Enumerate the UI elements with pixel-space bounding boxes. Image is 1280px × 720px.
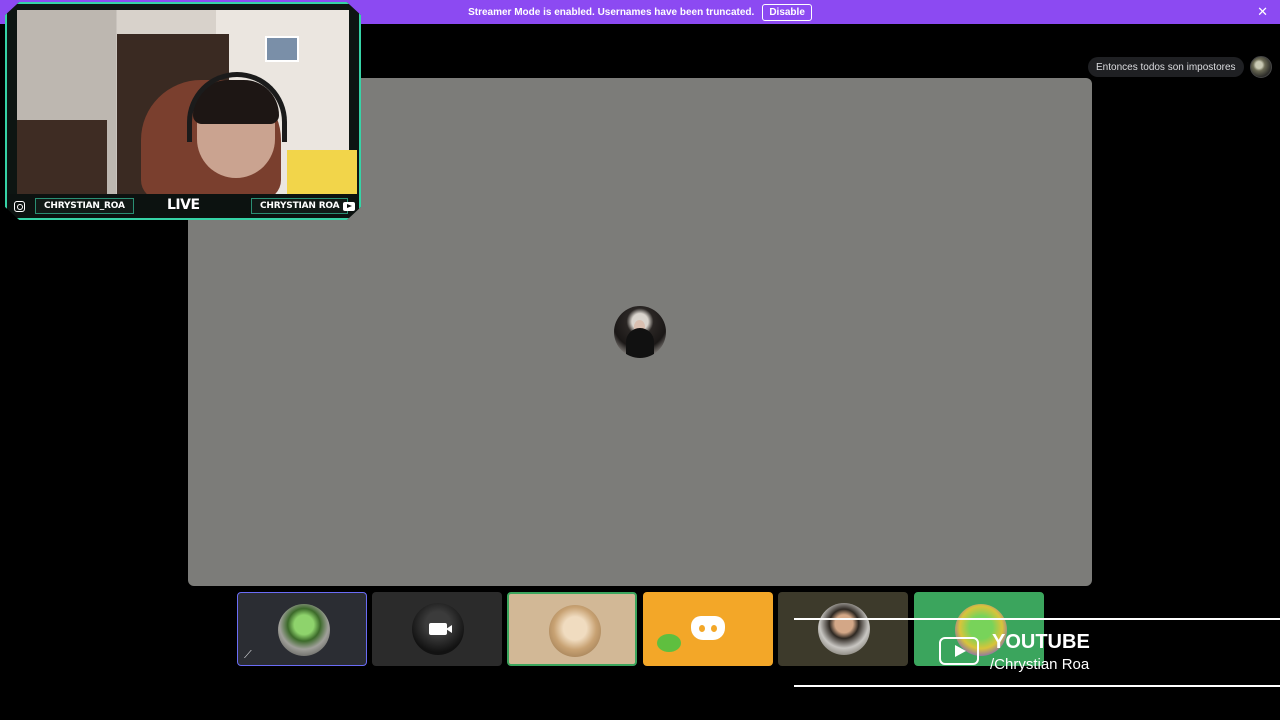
overlay-divider-bottom [794,685,1280,687]
youtube-icon [343,202,355,211]
webcam-info-bar: CHRYSTIAN_ROA LIVE CHRYSTIAN ROA [7,194,359,218]
channel-name-pill[interactable]: Entonces todos son impostores [1088,57,1244,77]
instagram-handle: CHRYSTIAN_ROA [35,198,134,214]
camera-icon [429,623,452,635]
participant-tile-1[interactable]: ⟋ [237,592,367,666]
participant-tile-6[interactable] [914,592,1044,666]
channel-name: Entonces todos son impostores [1096,61,1236,73]
youtube-overlay-handle: /Chrystian Roa [990,656,1090,673]
discord-icon [691,616,725,640]
mute-icon: ⟋ [244,649,252,661]
close-icon[interactable]: ✕ [1257,5,1268,19]
youtube-play-icon [939,637,979,665]
participant-avatar [818,603,870,655]
youtube-overlay-title: YOUTUBE [992,631,1090,653]
participant-tile-2[interactable] [372,592,502,666]
disable-streamer-mode-button[interactable]: Disable [762,3,812,21]
webcam-shelf [17,120,107,194]
webcam-feed [17,10,357,200]
youtube-handle: CHRYSTIAN ROA [251,198,349,214]
focused-participant-avatar [614,306,666,358]
streamer-mode-text: Streamer Mode is enabled. Usernames have… [468,6,755,18]
webcam-poster [265,36,299,62]
webcam-bed [287,150,357,194]
live-label: LIVE [167,197,200,213]
participant-tile-4[interactable] [643,592,773,666]
avatar-body [626,328,654,358]
participant-avatar [549,605,601,657]
participant-tile-3[interactable] [507,592,637,666]
discord-stream-stage: Streamer Mode is enabled. Usernames have… [0,0,1280,720]
instagram-icon [14,201,25,212]
participant-avatar [278,604,330,656]
participant-tile-5[interactable] [778,592,908,666]
overlay-divider-top [794,618,1280,620]
webcam-overlay: CHRYSTIAN_ROA LIVE CHRYSTIAN ROA [5,2,361,220]
frog-emoji-icon [657,634,681,652]
user-avatar[interactable] [1250,56,1272,78]
